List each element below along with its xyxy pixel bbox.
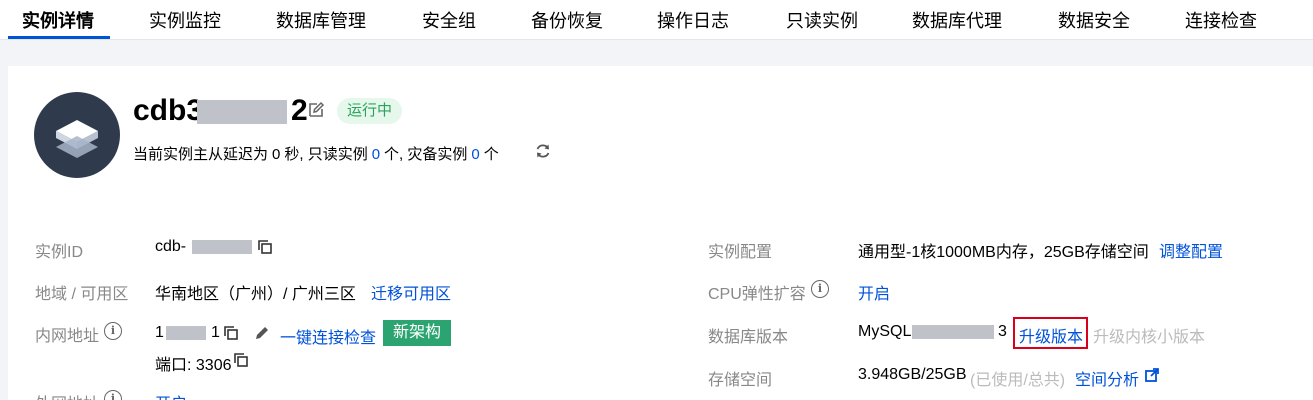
space-analysis-link[interactable]: 空间分析 bbox=[1075, 366, 1139, 390]
summary-text-delay: 当前实例主从延迟为 bbox=[133, 146, 269, 163]
db-version-label: 数据库版本 bbox=[708, 329, 789, 346]
cpu-elastic-info-icon[interactable]: i bbox=[811, 280, 829, 298]
delay-value: 0 bbox=[272, 146, 281, 163]
enable-public-address-link[interactable]: 开启 bbox=[155, 390, 187, 400]
redacted-instance-name bbox=[197, 100, 287, 124]
readonly-count-link[interactable]: 0 bbox=[368, 146, 384, 163]
instance-summary: 当前实例主从延迟为 0 秒, 只读实例 0 个, 灾备实例 0 个 bbox=[133, 143, 499, 164]
private-address-suffix: 1 bbox=[211, 324, 220, 341]
tab-readonly-instances[interactable]: 只读实例 bbox=[786, 7, 858, 33]
summary-text-dr: 个, 灾备实例 bbox=[384, 146, 468, 163]
edit-address-icon[interactable] bbox=[254, 325, 270, 341]
instance-config-value: 通用型-1核1000MB内存，25GB存储空间 bbox=[858, 244, 1149, 261]
adjust-config-link[interactable]: 调整配置 bbox=[1159, 238, 1223, 262]
instance-name-prefix: cdb3 bbox=[133, 94, 204, 127]
cpu-elastic-label: CPU弹性扩容 bbox=[708, 286, 806, 303]
instance-name-suffix: 2 bbox=[291, 94, 308, 127]
active-tab-indicator bbox=[8, 36, 110, 39]
enable-cpu-elastic-link[interactable]: 开启 bbox=[858, 280, 890, 304]
tab-instance-monitoring[interactable]: 实例监控 bbox=[149, 7, 221, 33]
tab-database-management[interactable]: 数据库管理 bbox=[276, 7, 366, 33]
database-instance-icon bbox=[34, 92, 120, 178]
region-label: 地域 / 可用区 bbox=[35, 286, 129, 303]
port-value: 端口: 3306 bbox=[155, 357, 232, 374]
tab-instance-details[interactable]: 实例详情 bbox=[22, 7, 94, 33]
tab-operation-log[interactable]: 操作日志 bbox=[657, 7, 729, 33]
redacted-db-version bbox=[912, 325, 994, 339]
edit-name-icon[interactable] bbox=[307, 101, 325, 119]
storage-value: 3.948GB/25GB bbox=[858, 366, 967, 383]
tab-security-group[interactable]: 安全组 bbox=[422, 7, 476, 33]
private-address-prefix: 1 bbox=[155, 324, 164, 341]
region-value: 华南地区（广州）/ 广州三区 bbox=[155, 286, 356, 303]
instance-config-label: 实例配置 bbox=[708, 244, 773, 261]
summary-text-unit: 个 bbox=[483, 146, 499, 163]
tab-data-security[interactable]: 数据安全 bbox=[1058, 7, 1130, 33]
storage-note: (已使用/总共) bbox=[970, 372, 1066, 389]
private-address-info-icon[interactable]: i bbox=[104, 322, 122, 340]
upgrade-version-highlight bbox=[1013, 317, 1088, 349]
status-badge: 运行中 bbox=[337, 98, 403, 124]
refresh-icon[interactable] bbox=[534, 142, 552, 160]
external-link-icon[interactable] bbox=[1145, 368, 1159, 382]
dr-count-link[interactable]: 0 bbox=[467, 146, 483, 163]
instance-id-value: cdb- bbox=[155, 238, 187, 255]
redacted-instance-id bbox=[192, 240, 252, 254]
tab-connection-check[interactable]: 连接检查 bbox=[1185, 7, 1257, 33]
copy-port-icon[interactable] bbox=[234, 353, 248, 367]
new-architecture-badge: 新架构 bbox=[383, 320, 451, 346]
db-version-suffix: 3 bbox=[998, 323, 1007, 340]
summary-text-readonly: 秒, 只读实例 bbox=[284, 146, 368, 163]
copy-address-icon[interactable] bbox=[224, 326, 238, 340]
upgrade-minor-version-link: 升级内核小版本 bbox=[1093, 329, 1206, 346]
tab-bar: 实例详情 实例监控 数据库管理 安全组 备份恢复 操作日志 只读实例 数据库代理… bbox=[0, 0, 1313, 40]
tab-database-proxy[interactable]: 数据库代理 bbox=[912, 7, 1002, 33]
storage-label: 存储空间 bbox=[708, 372, 773, 389]
private-address-label: 内网地址 bbox=[35, 328, 100, 345]
public-address-label: 外网地址 bbox=[35, 390, 99, 400]
instance-id-label: 实例ID bbox=[35, 244, 84, 261]
copy-id-icon[interactable] bbox=[258, 240, 272, 254]
connection-check-link[interactable]: 一键连接检查 bbox=[280, 324, 376, 348]
tab-backup-restore[interactable]: 备份恢复 bbox=[531, 7, 603, 33]
migrate-zone-link[interactable]: 迁移可用区 bbox=[371, 280, 451, 304]
redacted-private-address bbox=[166, 326, 206, 340]
db-version-prefix: MySQL bbox=[858, 323, 912, 340]
